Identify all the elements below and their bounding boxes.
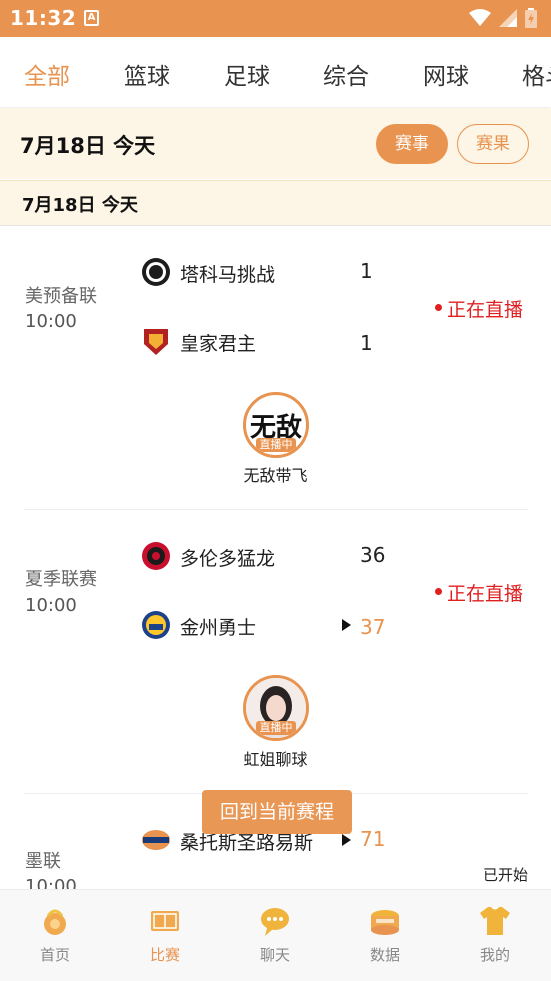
match-time: 10:00 (25, 876, 77, 889)
match-card[interactable]: 夏季联赛 10:00 多伦多猛龙 36 金州勇士 37 正在直播 直播中 虹姐聊… (0, 510, 551, 792)
live-status: 正在直播 (435, 579, 523, 606)
jersey-icon (480, 907, 510, 935)
play-arrow-icon (342, 834, 351, 846)
tab-combat[interactable]: 格斗 (522, 57, 551, 91)
away-team-name: 皇家君主 (180, 333, 257, 355)
sport-tabs: 全部 篮球 足球 综合 网球 格斗 (0, 37, 551, 107)
home-score: 1 (360, 259, 373, 283)
results-button[interactable]: 赛果 (457, 124, 529, 164)
live-status: 正在直播 (435, 295, 523, 322)
streamer-avatar[interactable]: 无敌 直播中 (243, 392, 309, 458)
live-badge: 直播中 (256, 721, 296, 735)
home-icon (44, 909, 66, 935)
team-logo-icon (142, 611, 170, 639)
tab-all[interactable]: 全部 (24, 57, 70, 91)
team-logo-icon (142, 542, 170, 570)
tab-basketball[interactable]: 篮球 (124, 57, 170, 91)
notification-icon: A (84, 10, 99, 26)
date-header: 7月18日 今天 赛事 赛果 (0, 108, 551, 179)
date-section-header: 7月18日 今天 (0, 180, 551, 226)
home-team-name: 塔科马挑战 (180, 264, 276, 286)
home-score: 36 (360, 543, 386, 567)
team-logo-icon (142, 830, 170, 850)
bottom-nav: 首页 比赛 聊天 数据 我的 (0, 889, 551, 981)
tab-tennis[interactable]: 网球 (423, 57, 469, 91)
status-icons (469, 8, 537, 28)
battery-icon (525, 8, 537, 28)
tab-general[interactable]: 综合 (323, 57, 369, 91)
nav-label: 我的 (479, 946, 510, 964)
team-logo-icon (144, 329, 168, 355)
nav-chat[interactable]: 聊天 (220, 904, 330, 965)
team-logo-icon (142, 258, 170, 286)
chat-icon (261, 908, 289, 936)
nav-mine[interactable]: 我的 (440, 904, 550, 965)
match-time: 10:00 (25, 311, 77, 332)
back-to-current-button[interactable]: 回到当前赛程 (202, 790, 352, 834)
date-title: 7月18日 今天 (20, 134, 156, 158)
date-section-label: 7月18日 今天 (22, 195, 138, 216)
streamer-avatar[interactable]: 直播中 (243, 675, 309, 741)
home-score: 71 (360, 827, 386, 851)
nav-home[interactable]: 首页 (0, 904, 110, 965)
league-name: 美预备联 (25, 286, 97, 307)
league-name: 墨联 (25, 851, 61, 872)
match-time: 10:00 (25, 595, 77, 616)
nav-label: 首页 (39, 946, 70, 964)
nav-label: 比赛 (149, 946, 180, 964)
wifi-icon (469, 9, 491, 26)
away-score: 37 (360, 615, 386, 639)
league-name: 夏季联赛 (25, 569, 97, 590)
status-time: 11:32 (10, 6, 77, 30)
play-arrow-icon (342, 619, 351, 631)
away-team-name: 金州勇士 (180, 617, 257, 639)
match-court-icon (151, 911, 179, 931)
signal-icon (499, 9, 517, 27)
nav-match[interactable]: 比赛 (110, 904, 220, 965)
streamer-name[interactable]: 无敌带飞 (0, 462, 551, 486)
tab-football[interactable]: 足球 (224, 57, 270, 91)
match-status: 已开始 (483, 866, 529, 884)
events-button[interactable]: 赛事 (376, 124, 448, 164)
data-stadium-icon (371, 910, 399, 935)
streamer-name[interactable]: 虹姐聊球 (0, 746, 551, 770)
home-team-name: 多伦多猛龙 (180, 548, 276, 570)
nav-label: 数据 (369, 946, 400, 964)
live-badge: 直播中 (256, 438, 296, 452)
away-score: 1 (360, 331, 373, 355)
nav-data[interactable]: 数据 (330, 904, 440, 965)
match-card[interactable]: 美预备联 10:00 塔科马挑战 1 皇家君主 1 正在直播 无敌 直播中 无敌… (0, 226, 551, 508)
nav-label: 聊天 (259, 946, 290, 964)
status-bar: 11:32 A (0, 0, 551, 37)
